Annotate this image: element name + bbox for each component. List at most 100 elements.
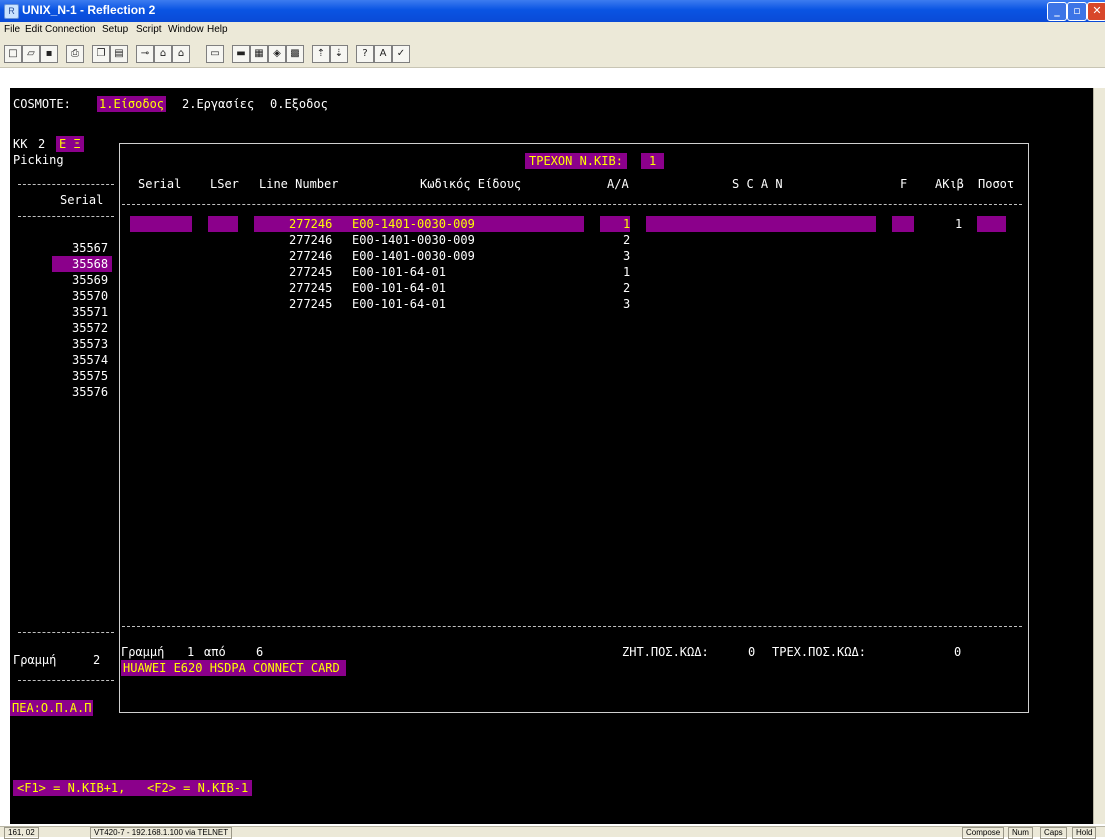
current-kib-label: ΤΡΕΧΟΝ Ν.ΚΙΒ: (525, 153, 627, 169)
serial-item[interactable]: 35575 (72, 368, 108, 384)
f-input[interactable] (892, 216, 914, 232)
divider (18, 632, 114, 633)
menu-window[interactable]: Window (168, 24, 204, 35)
cursor-position: 161, 02 (4, 827, 39, 839)
req-qty-value: 0 (748, 645, 756, 659)
current-kib-value: 1 (641, 153, 665, 169)
serial-label: Serial (60, 193, 104, 207)
cell-line-number: 277246 (289, 249, 333, 263)
col-akib: ΑΚιβ (935, 177, 964, 191)
cell-aa: 3 (623, 249, 631, 263)
disconnect-icon[interactable]: ⌂ (154, 45, 172, 63)
serial-item[interactable]: 35568 (52, 256, 113, 272)
cell-line-number: 277246 (289, 217, 333, 231)
col-line-number: Line Number (259, 177, 339, 191)
cell-aa: 1 (623, 265, 631, 279)
serial-item[interactable]: 35570 (72, 288, 108, 304)
serial-item[interactable]: 35574 (72, 352, 108, 368)
cell-aa: 2 (623, 233, 631, 247)
req-qty-label: ΖΗΤ.ΠΟΣ.ΚΩΔ: (622, 645, 709, 659)
scan-input[interactable] (646, 216, 876, 232)
left-line-label: Γραμμή (13, 653, 57, 667)
serial-item[interactable]: 35573 (72, 336, 108, 352)
col-aa: Α/Α (607, 177, 629, 191)
print-icon[interactable]: ⎙ (66, 45, 84, 63)
terminal-screen[interactable]: COSMOTE: 1.Είσοδος 2.Εργασίες 0.Εξοδος K… (10, 88, 1093, 824)
left-line-value: 2 (93, 653, 101, 667)
close-button[interactable]: ✕ (1087, 2, 1105, 21)
col-poso: Ποσοτ (978, 177, 1015, 191)
serial-item[interactable]: 35567 (72, 240, 108, 256)
abc-icon[interactable]: ✓ (392, 45, 410, 63)
divider (18, 184, 114, 185)
terminal-setup-icon[interactable]: ▦ (250, 45, 268, 63)
menu-edit[interactable]: Edit (25, 24, 42, 35)
upload-icon[interactable]: ⇡ (312, 45, 330, 63)
app-icon[interactable]: R (4, 4, 19, 19)
display-setup-icon[interactable]: ▬ (232, 45, 250, 63)
minimize-button[interactable]: _ (1047, 2, 1067, 21)
footer-divider (122, 626, 1022, 627)
serial-item[interactable]: 35571 (72, 304, 108, 320)
cell-code: E00-101-64-01 (352, 281, 446, 295)
divider (18, 216, 114, 217)
new-icon[interactable]: □ (4, 45, 22, 63)
item-description: HUAWEI E620 HSDPA CONNECT CARD (121, 660, 346, 676)
col-lser: LSer (210, 177, 239, 191)
menu-option-entry[interactable]: 1.Είσοδος (97, 96, 167, 112)
poso-input[interactable] (977, 216, 1006, 232)
open-icon[interactable]: ▱ (22, 45, 40, 63)
cell-akib: 1 (955, 217, 963, 231)
compose-indicator: Compose (962, 827, 1005, 839)
lser-input[interactable] (208, 216, 238, 232)
cell-code: E00-101-64-01 (352, 265, 446, 279)
line-label: Γραμμή (121, 645, 165, 659)
cell-line-number: 277246 (289, 233, 333, 247)
serial-item[interactable]: 35576 (72, 384, 108, 400)
cell-aa: 2 (623, 281, 631, 295)
spell-icon[interactable]: A (374, 45, 392, 63)
transfer-icon[interactable]: ⌂ (172, 45, 190, 63)
col-scan: S C A N (732, 177, 783, 191)
kk-label: KK (13, 137, 28, 151)
menu-help[interactable]: Help (207, 24, 228, 35)
cur-qty-label: ΤΡΕΧ.ΠΟΣ.ΚΩΔ: (772, 645, 866, 659)
menu-bar: File Edit Connection Setup Script Window… (0, 22, 1105, 39)
maximize-button[interactable]: ▫ (1067, 2, 1087, 21)
menu-file[interactable]: File (4, 24, 20, 35)
vertical-scrollbar[interactable] (1093, 88, 1105, 824)
window-title: UNIX_N-1 - Reflection 2 (22, 3, 156, 17)
col-serial: Serial (138, 177, 182, 191)
keyboard-setup-icon[interactable]: ◈ (268, 45, 286, 63)
menu-option-exit[interactable]: 0.Εξοδος (270, 96, 328, 112)
customer-label: ΠΕΑ:Ο.Π.Α.Π (10, 700, 94, 716)
header-divider (122, 204, 1022, 205)
copy-icon[interactable]: ❐ (92, 45, 110, 63)
status-bar: 161, 02 VT420-7 - 192.168.1.100 via TELN… (0, 826, 1105, 839)
connect-icon[interactable]: ⊸ (136, 45, 154, 63)
color-setup-icon[interactable]: ▩ (286, 45, 304, 63)
menu-script[interactable]: Script (136, 24, 162, 35)
serial-item[interactable]: 35572 (72, 320, 108, 336)
help-icon[interactable]: ? (356, 45, 374, 63)
cell-code: E00-101-64-01 (352, 297, 446, 311)
save-icon[interactable]: ▪ (40, 45, 58, 63)
cell-code: E00-1401-0030-009 (352, 249, 475, 263)
serial-item[interactable]: 35569 (72, 272, 108, 288)
menu-option-tasks[interactable]: 2.Εργασίες (182, 96, 254, 112)
kk-value: 2 (38, 137, 46, 151)
menu-connection[interactable]: Connection (45, 24, 96, 35)
menu-setup[interactable]: Setup (102, 24, 128, 35)
title-bar[interactable]: R UNIX_N-1 - Reflection 2 _ ▫ ✕ (0, 0, 1105, 22)
cur-qty-value: 0 (954, 645, 962, 659)
toolbar: □ ▱ ▪ ⎙ ❐ ▤ ⊸ ⌂ ⌂ ▭ ▬ ▦ ◈ ▩ ⇡ ⇣ ? A ✓ (0, 39, 1105, 68)
cell-code: E00-1401-0030-009 (352, 217, 475, 231)
cell-aa: 1 (623, 217, 631, 231)
paste-icon[interactable]: ▤ (110, 45, 128, 63)
script-icon[interactable]: ▭ (206, 45, 224, 63)
of-label: από (204, 645, 226, 659)
serial-input[interactable] (130, 216, 192, 232)
function-key-hint: <F1> = N.KIB+1, <F2> = N.KIB-1 (13, 780, 253, 796)
cell-line-number: 277245 (289, 297, 333, 311)
download-icon[interactable]: ⇣ (330, 45, 348, 63)
